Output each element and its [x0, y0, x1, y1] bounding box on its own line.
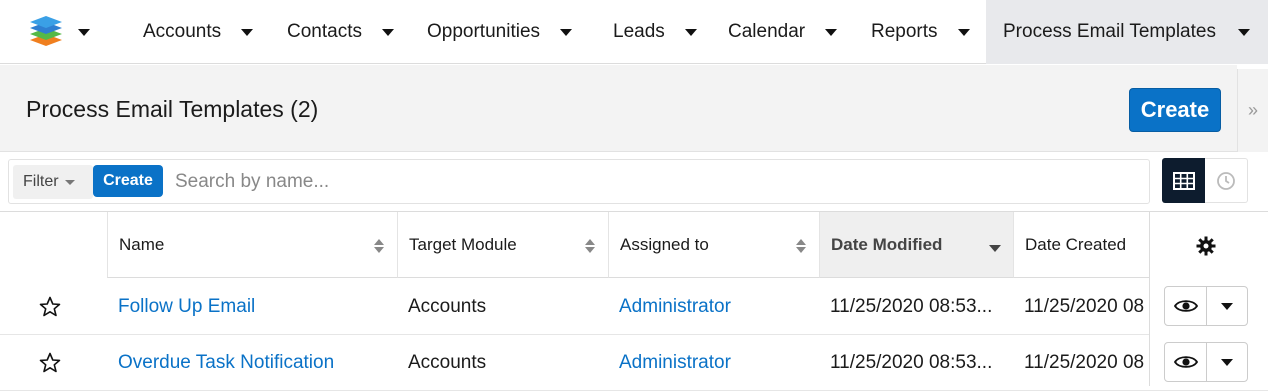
chevron-down-icon[interactable]: [241, 28, 254, 36]
chevron-down-icon: [64, 179, 75, 185]
grid-view-button[interactable]: [1162, 158, 1205, 203]
column-header-name[interactable]: Name: [107, 212, 397, 278]
sort-icon: [374, 239, 384, 253]
chevron-down-icon: [78, 28, 90, 36]
nav-item-opportunities[interactable]: Opportunities: [427, 0, 573, 64]
cell-date-modified: 11/25/2020 08:53...: [830, 296, 993, 317]
search-input[interactable]: [175, 165, 1135, 199]
row-actions-dropdown[interactable]: [1207, 343, 1247, 381]
cell-target-module: Accounts: [408, 352, 487, 373]
table-row: Overdue Task Notification Accounts Admin…: [0, 335, 1268, 391]
cell-assigned-to: Administrator: [608, 335, 819, 391]
nav-item-label: Contacts: [287, 21, 362, 42]
nav-item-contacts[interactable]: Contacts: [287, 0, 394, 64]
eye-icon: [1173, 300, 1198, 312]
records-table: Name Target Module Assigned to Date Modi…: [0, 212, 1268, 391]
page-title: Process Email Templates (2): [26, 96, 319, 122]
column-header-assigned-to[interactable]: Assigned to: [608, 212, 819, 278]
sort-desc-icon: [989, 245, 1001, 252]
preview-button[interactable]: [1165, 287, 1207, 325]
chevron-down-icon: [1221, 302, 1233, 310]
column-header-label: Target Module: [409, 234, 517, 254]
chevron-down-icon[interactable]: [825, 28, 838, 36]
column-header-date-created[interactable]: Date Created: [1013, 212, 1163, 278]
sort-icon: [585, 239, 595, 253]
nav-item-leads[interactable]: Leads: [613, 0, 697, 64]
cell-name: Follow Up Email: [107, 279, 397, 335]
column-header-target-module[interactable]: Target Module: [397, 212, 608, 278]
nav-item-label: Process Email Templates: [1003, 21, 1216, 42]
chevron-down-icon[interactable]: [560, 28, 573, 36]
record-name-link[interactable]: Overdue Task Notification: [118, 352, 334, 374]
activity-view-button[interactable]: [1205, 158, 1248, 203]
column-header-label: Name: [119, 234, 165, 254]
chevron-down-icon: [1221, 358, 1233, 366]
gear-icon[interactable]: [1196, 236, 1216, 256]
filter-bar: Filter Create: [0, 152, 1268, 212]
nav-item-label: Calendar: [728, 21, 806, 42]
clock-icon: [1217, 171, 1235, 190]
assigned-user-link[interactable]: Administrator: [619, 296, 731, 318]
nav-item-label: Opportunities: [427, 21, 541, 42]
cell-date-created: 11/25/2020 08: [1024, 352, 1145, 373]
chevron-down-icon[interactable]: [1237, 28, 1250, 36]
row-actions: [1164, 342, 1248, 382]
page-header: Process Email Templates (2) Create: [0, 65, 1237, 152]
create-button[interactable]: Create: [1129, 88, 1221, 132]
cell-name: Overdue Task Notification: [107, 335, 397, 391]
row-actions: [1164, 286, 1248, 326]
grid-view-icon: [1172, 171, 1195, 190]
eye-icon: [1173, 356, 1198, 368]
filter-dropdown[interactable]: Filter: [13, 165, 93, 199]
search-box: Filter Create: [8, 159, 1150, 204]
double-chevron-right-icon: »: [1247, 100, 1258, 120]
nav-item-label: Leads: [613, 21, 665, 42]
column-header-label: Date Modified: [831, 234, 943, 254]
logo-menu[interactable]: [26, 12, 90, 52]
column-header-label: Date Created: [1025, 234, 1127, 254]
nav-item-calendar[interactable]: Calendar: [728, 0, 838, 64]
nav-item-accounts[interactable]: Accounts: [143, 0, 254, 64]
assigned-user-link[interactable]: Administrator: [619, 352, 731, 374]
top-nav: Accounts Contacts Opportunities Leads Ca…: [0, 0, 1268, 64]
sort-icon: [796, 239, 806, 253]
nav-item-reports[interactable]: Reports: [871, 0, 970, 64]
cell-date-modified: 11/25/2020 08:53...: [830, 352, 993, 373]
column-header-label: Assigned to: [620, 234, 709, 254]
column-header-date-modified[interactable]: Date Modified: [819, 212, 1013, 278]
star-icon[interactable]: [38, 351, 62, 375]
record-name-link[interactable]: Follow Up Email: [118, 296, 255, 318]
nav-item-label: Reports: [871, 21, 938, 42]
cell-date-created: 11/25/2020 08: [1024, 296, 1145, 317]
cell-target-module: Accounts: [408, 296, 487, 317]
filter-label: Filter: [23, 173, 59, 190]
chevron-down-icon[interactable]: [381, 28, 394, 36]
cell-assigned-to: Administrator: [608, 279, 819, 335]
chevron-down-icon[interactable]: [957, 28, 970, 36]
create-filter-button[interactable]: Create: [93, 165, 163, 197]
nav-item-label: Accounts: [143, 21, 222, 42]
chevron-down-icon[interactable]: [684, 28, 697, 36]
layered-cube-logo-icon: [30, 16, 62, 46]
row-actions-dropdown[interactable]: [1207, 287, 1247, 325]
sidebar-toggle[interactable]: »: [1237, 69, 1268, 152]
star-icon[interactable]: [38, 295, 62, 319]
table-row: Follow Up Email Accounts Administrator 1…: [0, 279, 1268, 335]
nav-item-process-email-templates[interactable]: Process Email Templates: [986, 0, 1268, 64]
preview-button[interactable]: [1165, 343, 1207, 381]
